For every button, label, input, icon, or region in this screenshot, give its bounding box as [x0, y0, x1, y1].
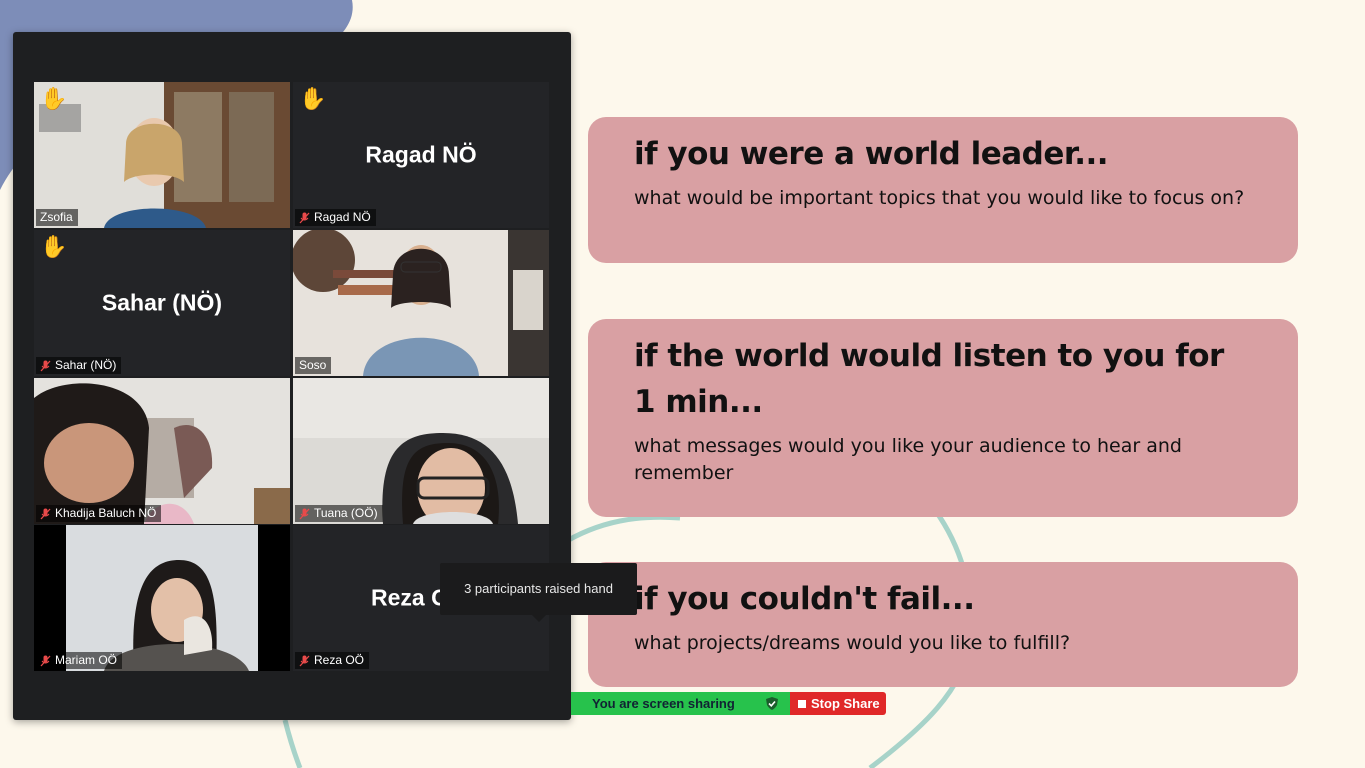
- card-body: what messages would you like your audien…: [634, 435, 1182, 484]
- stop-share-label: Stop Share: [811, 696, 880, 711]
- participant-name: Mariam OÖ: [55, 653, 118, 667]
- raised-hand-icon: ✋: [299, 86, 327, 111]
- participant-name: Tuana (OÖ): [314, 506, 378, 520]
- participant-name-tag: Zsofia: [36, 209, 78, 226]
- participant-video: [34, 82, 290, 228]
- participant-name-tag: Tuana (OÖ): [295, 505, 383, 522]
- screen-sharing-status: You are screen sharing: [571, 692, 790, 715]
- participant-name: Soso: [299, 358, 327, 372]
- card-title: if you were a world leader...: [634, 136, 1109, 172]
- participant-name-tag: Reza OÖ: [295, 652, 370, 669]
- slide-card-world-leader: if you were a world leader... what would…: [588, 117, 1298, 263]
- participant-name: Ragad NÖ: [314, 210, 371, 224]
- participant-video: [293, 230, 549, 376]
- participant-name: Sahar (NÖ): [55, 358, 117, 372]
- screen-sharing-label: You are screen sharing: [592, 696, 735, 711]
- participant-tile-tuana[interactable]: Tuana (OÖ): [293, 378, 549, 524]
- participant-name: Reza OÖ: [314, 653, 365, 667]
- participant-video: [293, 378, 549, 524]
- mic-muted-icon: [299, 655, 310, 666]
- raised-hands-tooltip: 3 participants raised hand: [440, 563, 637, 622]
- card-title: if the world would listen to you for 1 m…: [634, 338, 1224, 420]
- participant-name-tag: Sahar (NÖ): [36, 357, 122, 374]
- card-body: what would be important topics that you …: [634, 187, 1245, 209]
- participant-display-name: Ragad NÖ: [365, 141, 477, 168]
- mic-muted-icon: [299, 212, 310, 223]
- participant-tile-zsofia[interactable]: ✋ Zsofia: [34, 82, 290, 228]
- participant-name-tag: Soso: [295, 357, 332, 374]
- participant-tile-mariam[interactable]: Mariam OÖ: [34, 525, 290, 671]
- card-body: what projects/dreams would you like to f…: [634, 632, 1071, 654]
- participant-tile-khadija[interactable]: Khadija Baluch NÖ: [34, 378, 290, 524]
- participant-display-name: Sahar (NÖ): [101, 289, 223, 316]
- mic-muted-icon: [299, 508, 310, 519]
- raised-hand-icon: ✋: [40, 234, 68, 259]
- stop-icon: [798, 699, 806, 708]
- screen-share-bar: You are screen sharing Stop Share: [571, 692, 886, 715]
- card-title: if you couldn't fail...: [634, 581, 975, 617]
- mic-muted-icon: [40, 655, 51, 666]
- participant-name-tag: Khadija Baluch NÖ: [36, 505, 162, 522]
- participant-video: [34, 378, 290, 524]
- participant-name-tag: Mariam OÖ: [36, 652, 123, 669]
- slide-card-couldnt-fail: if you couldn't fail... what projects/dr…: [588, 562, 1298, 687]
- stop-share-button[interactable]: Stop Share: [790, 692, 886, 715]
- shield-check-icon: [766, 697, 778, 710]
- participant-name: Zsofia: [40, 210, 73, 224]
- mic-muted-icon: [40, 360, 51, 371]
- participant-tile-soso[interactable]: Soso: [293, 230, 549, 376]
- raised-hand-icon: ✋: [40, 86, 68, 111]
- participant-name: Khadija Baluch NÖ: [55, 506, 157, 520]
- participant-name-tag: Ragad NÖ: [295, 209, 376, 226]
- mic-muted-icon: [40, 508, 51, 519]
- slide-card-world-listen: if the world would listen to you for 1 m…: [588, 319, 1298, 517]
- participant-tile-ragad[interactable]: ✋ Ragad NÖ Ragad NÖ: [293, 82, 549, 228]
- participant-video: [34, 525, 290, 671]
- zoom-gallery-panel: ✋ Zsofia ✋ Ragad NÖ Ragad NÖ ✋ Sahar (NÖ…: [13, 32, 571, 720]
- participant-tile-sahar[interactable]: ✋ Sahar (NÖ) Sahar (NÖ): [34, 230, 290, 376]
